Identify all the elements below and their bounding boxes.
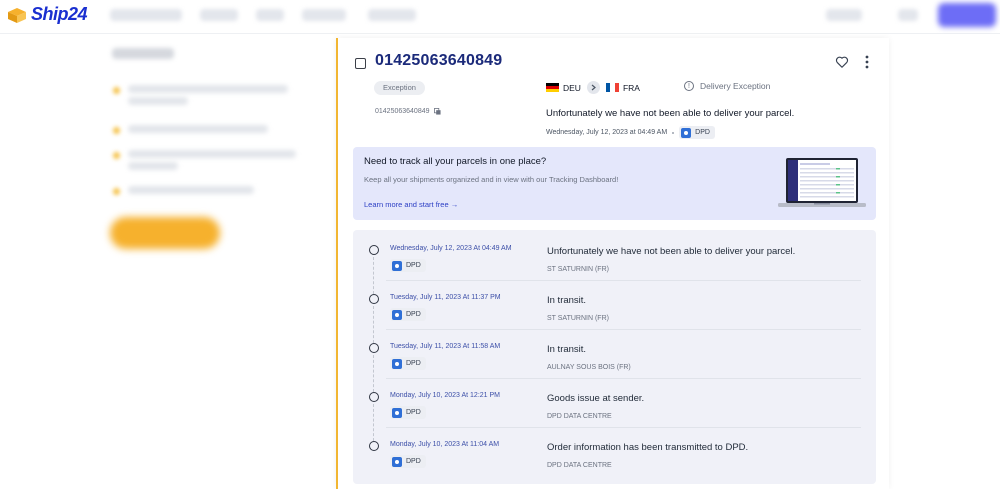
delivery-status: ! Delivery Exception [684, 81, 770, 91]
timeline-node-icon [369, 294, 379, 304]
carrier-label: DPD [406, 262, 421, 269]
bullet-dot [113, 127, 120, 134]
carrier-chip[interactable]: DPD [390, 455, 426, 468]
sidebar-text-blurred [128, 150, 296, 158]
event-location: ST SATURNIN (FR) [547, 266, 609, 273]
event-message: Goods issue at sender. [547, 393, 645, 404]
dpd-icon [392, 260, 402, 271]
france-flag-icon [605, 83, 619, 92]
carrier-chip[interactable]: DPD [390, 406, 426, 419]
last-event-timestamp: Wednesday, July 12, 2023 at 04:49 AM [546, 129, 668, 136]
event-date: Monday, July 10, 2023 At 11:04 AM [390, 441, 500, 448]
sidebar-text-blurred [128, 125, 268, 133]
tracking-timeline: Wednesday, July 12, 2023 At 04:49 AM DPD… [353, 230, 876, 484]
nav-item-blurred[interactable] [110, 9, 182, 21]
sidebar-heading-blurred [112, 48, 174, 59]
event-date: Tuesday, July 11, 2023 At 11:37 PM [390, 294, 501, 301]
event-location: DPD DATA CENTRE [547, 462, 612, 469]
carrier-label: DPD [406, 311, 421, 318]
sidebar-cta-button[interactable] [110, 217, 220, 249]
germany-flag-icon [546, 83, 559, 92]
info-icon: ! [684, 81, 694, 91]
carrier-chip[interactable]: DPD [390, 308, 426, 321]
timeline-node-icon [369, 392, 379, 402]
nav-item-blurred[interactable] [256, 9, 284, 21]
timeline-event: Monday, July 10, 2023 At 11:04 AM DPD Or… [353, 428, 876, 477]
promo-link[interactable]: Learn more and start free → [364, 200, 458, 209]
timeline-event: Tuesday, July 11, 2023 At 11:58 AM DPD I… [353, 330, 876, 392]
sidebar-text-blurred [128, 85, 288, 93]
event-location: AULNAY SOUS BOIS (FR) [547, 364, 631, 371]
event-date: Tuesday, July 11, 2023 At 11:58 AM [390, 343, 501, 350]
sidebar-text-blurred [128, 186, 254, 194]
more-options-icon[interactable] [862, 55, 872, 69]
blurred-sidebar [0, 34, 336, 489]
carrier-label: DPD [695, 129, 710, 136]
carrier-chip[interactable]: DPD [679, 126, 715, 139]
timeline-event: Tuesday, July 11, 2023 At 11:37 PM DPD I… [353, 281, 876, 343]
event-message: Unfortunately we have not been able to d… [547, 246, 796, 257]
dpd-icon [681, 127, 692, 138]
sidebar-text-blurred [128, 162, 178, 170]
ship24-logo[interactable]: Ship24 [6, 4, 88, 25]
chevron-right-icon [586, 81, 600, 94]
promo-title: Need to track all your parcels in one pl… [364, 156, 547, 167]
bullet-dot [113, 152, 120, 159]
separator-dot [672, 131, 675, 134]
carrier-label: DPD [406, 360, 421, 367]
nav-item-blurred[interactable] [302, 9, 346, 21]
shipment-card: 01425063640849 Exception DEU FRA ! Deliv… [336, 38, 889, 489]
tracking-number: 01425063640849 [375, 52, 503, 69]
origin-country: DEU [563, 82, 581, 93]
dpd-icon [392, 456, 402, 467]
logo-text: Ship24 [31, 4, 88, 24]
bullet-dot [113, 188, 120, 195]
dpd-icon [392, 309, 402, 320]
last-event-message: Unfortunately we have not been able to d… [546, 108, 795, 119]
nav-item-blurred[interactable] [898, 9, 918, 21]
event-date: Wednesday, July 12, 2023 At 04:49 AM [390, 245, 512, 252]
tracking-number-copy[interactable]: 01425063640849 [375, 108, 441, 115]
timeline-node-icon [369, 245, 379, 255]
route: DEU FRA [546, 81, 640, 94]
promo-subtitle: Keep all your shipments organized and in… [364, 175, 619, 184]
carrier-chip[interactable]: DPD [390, 357, 426, 370]
event-location: DPD DATA CENTRE [547, 413, 612, 420]
dpd-icon [392, 358, 402, 369]
status-badge: Exception [374, 81, 425, 95]
box-logo-icon [8, 7, 26, 23]
select-checkbox[interactable] [355, 58, 366, 69]
dashboard-promo-banner: Need to track all your parcels in one pl… [353, 147, 876, 220]
event-date: Monday, July 10, 2023 At 12:21 PM [390, 392, 500, 399]
nav-item-blurred[interactable] [200, 9, 238, 21]
event-message: Order information has been transmitted t… [547, 442, 749, 453]
heart-icon[interactable] [835, 55, 849, 69]
nav-item-blurred[interactable] [826, 9, 862, 21]
timeline-node-icon [369, 441, 379, 451]
carrier-chip[interactable]: DPD [390, 259, 426, 272]
last-event-meta: Wednesday, July 12, 2023 at 04:49 AM DPD [546, 126, 715, 139]
destination-country: FRA [622, 82, 640, 93]
tracking-number-small: 01425063640849 [375, 108, 430, 115]
nav-cta-button[interactable] [938, 3, 996, 27]
event-location: ST SATURNIN (FR) [547, 315, 609, 322]
bullet-dot [113, 87, 120, 94]
top-navigation: Ship24 [0, 0, 1000, 34]
nav-item-blurred[interactable] [368, 9, 416, 21]
laptop-dashboard-illustration [778, 158, 866, 207]
carrier-label: DPD [406, 458, 421, 465]
timeline-node-icon [369, 343, 379, 353]
dpd-icon [392, 407, 402, 418]
event-message: In transit. [547, 295, 587, 306]
carrier-label: DPD [406, 409, 421, 416]
timeline-event: Monday, July 10, 2023 At 12:21 PM DPD Go… [353, 379, 876, 441]
event-message: In transit. [547, 344, 587, 355]
delivery-status-label: Delivery Exception [700, 81, 771, 91]
sidebar-text-blurred [128, 97, 188, 105]
copy-icon[interactable] [433, 108, 441, 115]
timeline-event: Wednesday, July 12, 2023 At 04:49 AM DPD… [353, 232, 876, 294]
